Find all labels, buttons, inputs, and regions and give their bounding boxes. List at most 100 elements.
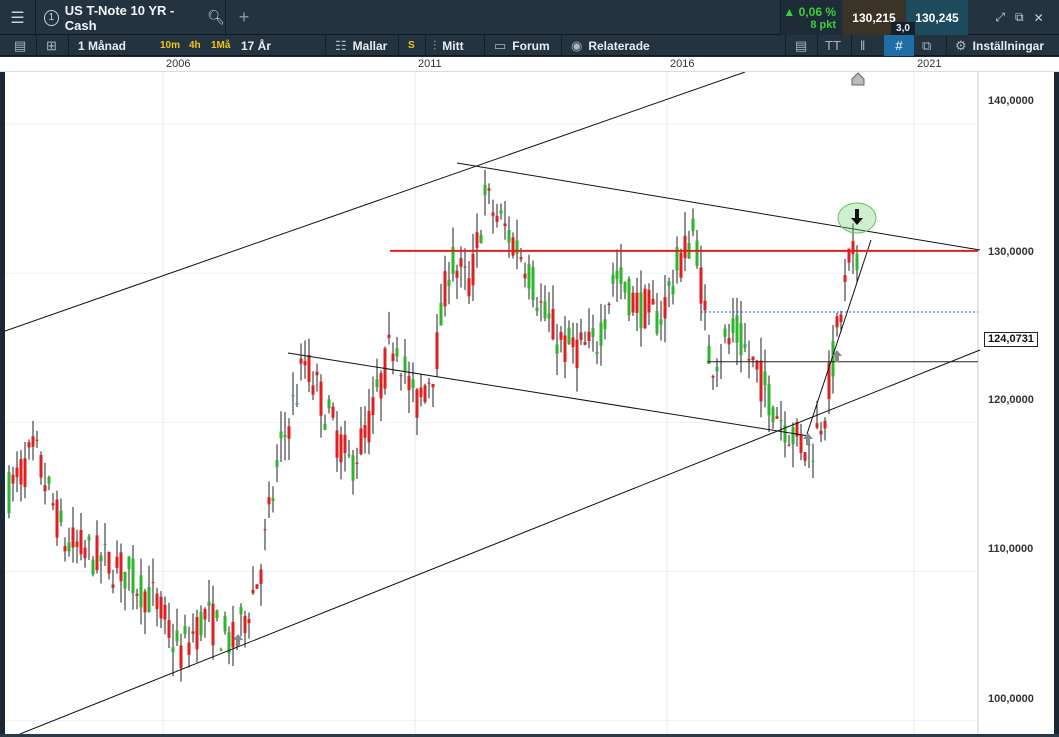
candle-up [695, 240, 699, 266]
settings-button[interactable]: ⚙ Inställningar [955, 35, 1044, 56]
candle-down [643, 288, 647, 329]
trendline-rally [806, 239, 872, 435]
candle-down [319, 381, 323, 416]
candle-up [671, 286, 675, 295]
candle-down [759, 360, 763, 402]
price-chart[interactable]: 140,0000 130,0000 120,0000 110,0000 100,… [5, 72, 1054, 734]
candle-up [183, 626, 187, 634]
chart-toolbar: ▤ ⊞ 1 Månad 10m 4h 1Må 17 År ☷ Mallar S … [0, 35, 1059, 56]
candle-up [611, 274, 615, 284]
candle-up [691, 218, 695, 232]
candle-up [659, 319, 663, 325]
candle-up [171, 647, 175, 653]
timeframe-select[interactable]: 1 Månad [78, 35, 126, 56]
instrument-number: 1 [44, 9, 59, 26]
layout-icon[interactable]: ⊞ [46, 35, 57, 56]
timeframe-10m[interactable]: 10m [160, 35, 180, 56]
search-icon[interactable]: 🔍︎ [207, 9, 225, 26]
instrument-tab[interactable]: 1 US T-Note 10 YR - Cash 🔍︎ [36, 0, 226, 35]
candle-up [619, 267, 623, 284]
text-tool-label: TT [825, 38, 841, 53]
candle-down [815, 423, 819, 428]
templates-label: Mallar [352, 38, 388, 53]
candle-down [15, 467, 19, 478]
candle-up [739, 323, 743, 356]
candle-down [823, 420, 827, 429]
candle-up [527, 264, 531, 289]
copy-chart-icon[interactable]: ⧉ [922, 35, 931, 56]
candle-up [439, 302, 443, 326]
candle-up [47, 477, 51, 484]
related-icon: ◉ [571, 37, 583, 53]
add-tab-button[interactable]: + [226, 0, 262, 35]
chart-canvas[interactable] [5, 72, 1054, 734]
candle-down [151, 582, 155, 584]
candle-down [135, 593, 139, 596]
top-bar: ☰ 1 US T-Note 10 YR - Cash 🔍︎ + ▲ 0,06 %… [0, 0, 1059, 35]
vertical-line-icon[interactable]: ‖ [860, 35, 865, 56]
candle-down [231, 621, 235, 648]
candle-up [351, 455, 355, 481]
hamburger-icon: ☰ [10, 9, 25, 27]
candle-down [51, 503, 55, 506]
candle-down [195, 616, 199, 650]
date-label: 2011 [418, 58, 442, 70]
candle-down [191, 631, 195, 634]
candle-up [639, 292, 643, 329]
price-level-label: 124,0731 [984, 332, 1038, 347]
candle-down [423, 385, 427, 403]
candle-down [263, 529, 267, 531]
candle-down [71, 527, 75, 548]
close-icon[interactable]: ✕ [1034, 11, 1044, 25]
candle-down [299, 358, 303, 364]
window-controls: ⤢ ⧉ ✕ [980, 0, 1059, 35]
candle-down [839, 314, 843, 323]
candle-up [483, 184, 487, 196]
candle-down [459, 258, 463, 267]
list-view-icon[interactable]: ▤ [14, 35, 26, 56]
candle-up [603, 319, 607, 330]
related-button[interactable]: ◉ Relaterade [571, 35, 650, 56]
timeframe-4h[interactable]: 4h [189, 35, 201, 56]
candle-up [547, 313, 551, 319]
menu-button[interactable]: ☰ [0, 0, 36, 35]
s-button[interactable]: S [408, 35, 415, 56]
candle-down [503, 223, 507, 227]
candle-up [447, 279, 451, 287]
expand-icon[interactable]: ⤢ [995, 10, 1005, 25]
candle-down [39, 455, 43, 478]
y-tick-label: 100,0000 [988, 693, 1034, 705]
candle-down [287, 426, 291, 439]
candle-up [767, 384, 771, 416]
candle-down [363, 425, 367, 438]
related-label: Relaterade [588, 38, 650, 53]
forum-button[interactable]: ▭ Forum [494, 35, 550, 56]
period-select[interactable]: 17 År [241, 35, 271, 56]
candle-down [259, 569, 263, 584]
trendline-resistance [456, 162, 981, 251]
candle-down [143, 591, 147, 613]
candle-up [763, 371, 767, 386]
crosshair-icon[interactable]: # [884, 35, 914, 56]
mine-button[interactable]: ⫶ Mitt [433, 35, 464, 56]
candle-down [163, 604, 167, 620]
candle-down [155, 593, 159, 610]
timeframe-1ma[interactable]: 1Må [211, 35, 230, 56]
popout-icon[interactable]: ⧉ [1015, 10, 1024, 25]
candle-down [419, 387, 423, 398]
candle-down [415, 389, 419, 418]
buy-price-button[interactable]: 130,245 [906, 0, 968, 35]
candle-up [131, 558, 135, 594]
candle-down [751, 356, 755, 361]
candle-down [119, 552, 123, 582]
candle-up [543, 301, 547, 319]
candle-up [567, 327, 571, 345]
drawing-list-icon[interactable]: ▤ [795, 35, 807, 56]
candle-down [387, 334, 391, 338]
templates-button[interactable]: ☷ Mallar [335, 35, 387, 56]
text-tool-button[interactable]: TT [825, 35, 841, 56]
candle-down [95, 535, 99, 571]
date-label: 2021 [917, 58, 942, 70]
candle-down [727, 337, 731, 345]
candle-up [271, 498, 275, 501]
